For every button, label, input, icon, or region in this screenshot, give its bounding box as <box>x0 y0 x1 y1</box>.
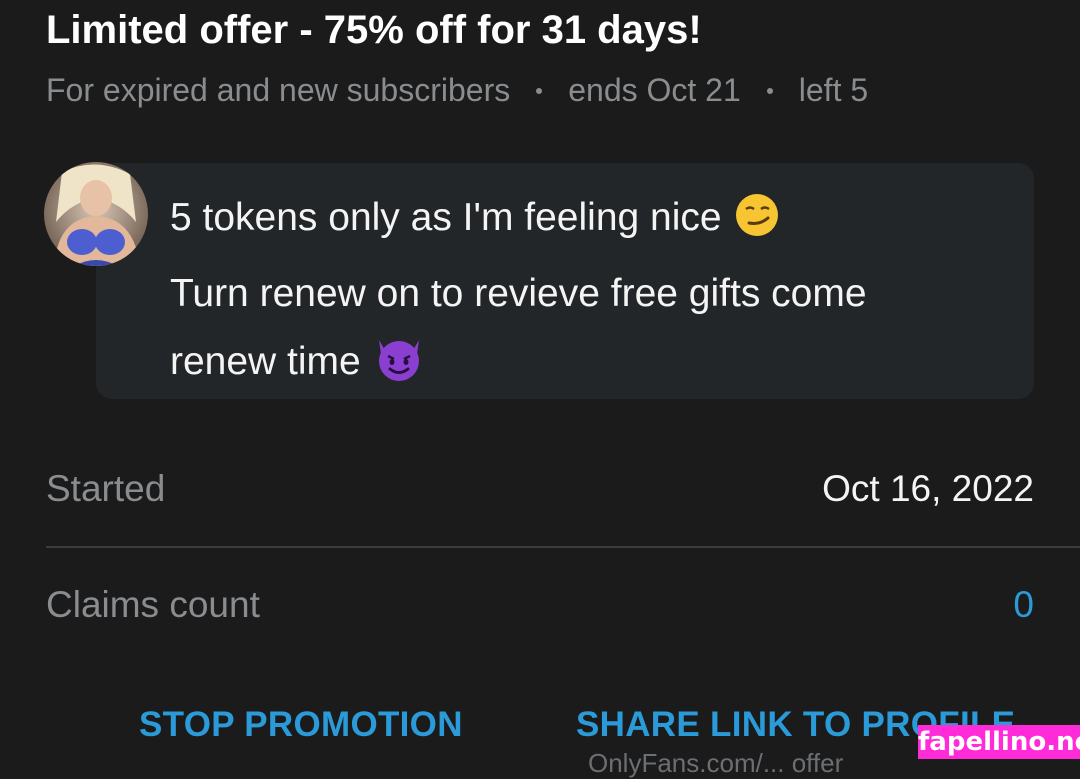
separator-dot <box>766 87 773 94</box>
offer-meta: For expired and new subscribers ends Oct… <box>46 72 868 109</box>
share-link-subtext: OnlyFans.com/... offer <box>588 748 844 778</box>
smirking-face-icon <box>734 192 780 260</box>
stop-promotion-button[interactable]: STOP PROMOTION <box>139 705 463 745</box>
divider <box>46 546 1080 548</box>
offer-left: left 5 <box>798 72 869 108</box>
avatar[interactable] <box>44 162 148 266</box>
claims-count-value[interactable]: 0 <box>1013 584 1034 626</box>
separator-dot <box>536 87 543 94</box>
message-line-2: Turn renew on to revieve free gifts come <box>170 272 867 315</box>
offer-title: Limited offer - 75% off for 31 days! <box>46 8 702 52</box>
watermark-logo: fapellino.net <box>918 725 1080 759</box>
message-text: 5 tokens only as I'm feeling nice Turn r… <box>170 184 1020 404</box>
avatar-image <box>44 162 148 266</box>
message-line-3: renew time <box>170 328 1020 404</box>
started-value: Oct 16, 2022 <box>822 468 1034 509</box>
started-label: Started <box>46 468 166 509</box>
message-line-1: 5 tokens only as I'm feeling nice <box>170 184 1020 260</box>
offer-ends: ends Oct 21 <box>568 72 741 108</box>
offer-audience: For expired and new subscribers <box>46 72 511 108</box>
claims-count-label: Claims count <box>46 584 260 625</box>
smiling-devil-icon <box>373 336 425 404</box>
